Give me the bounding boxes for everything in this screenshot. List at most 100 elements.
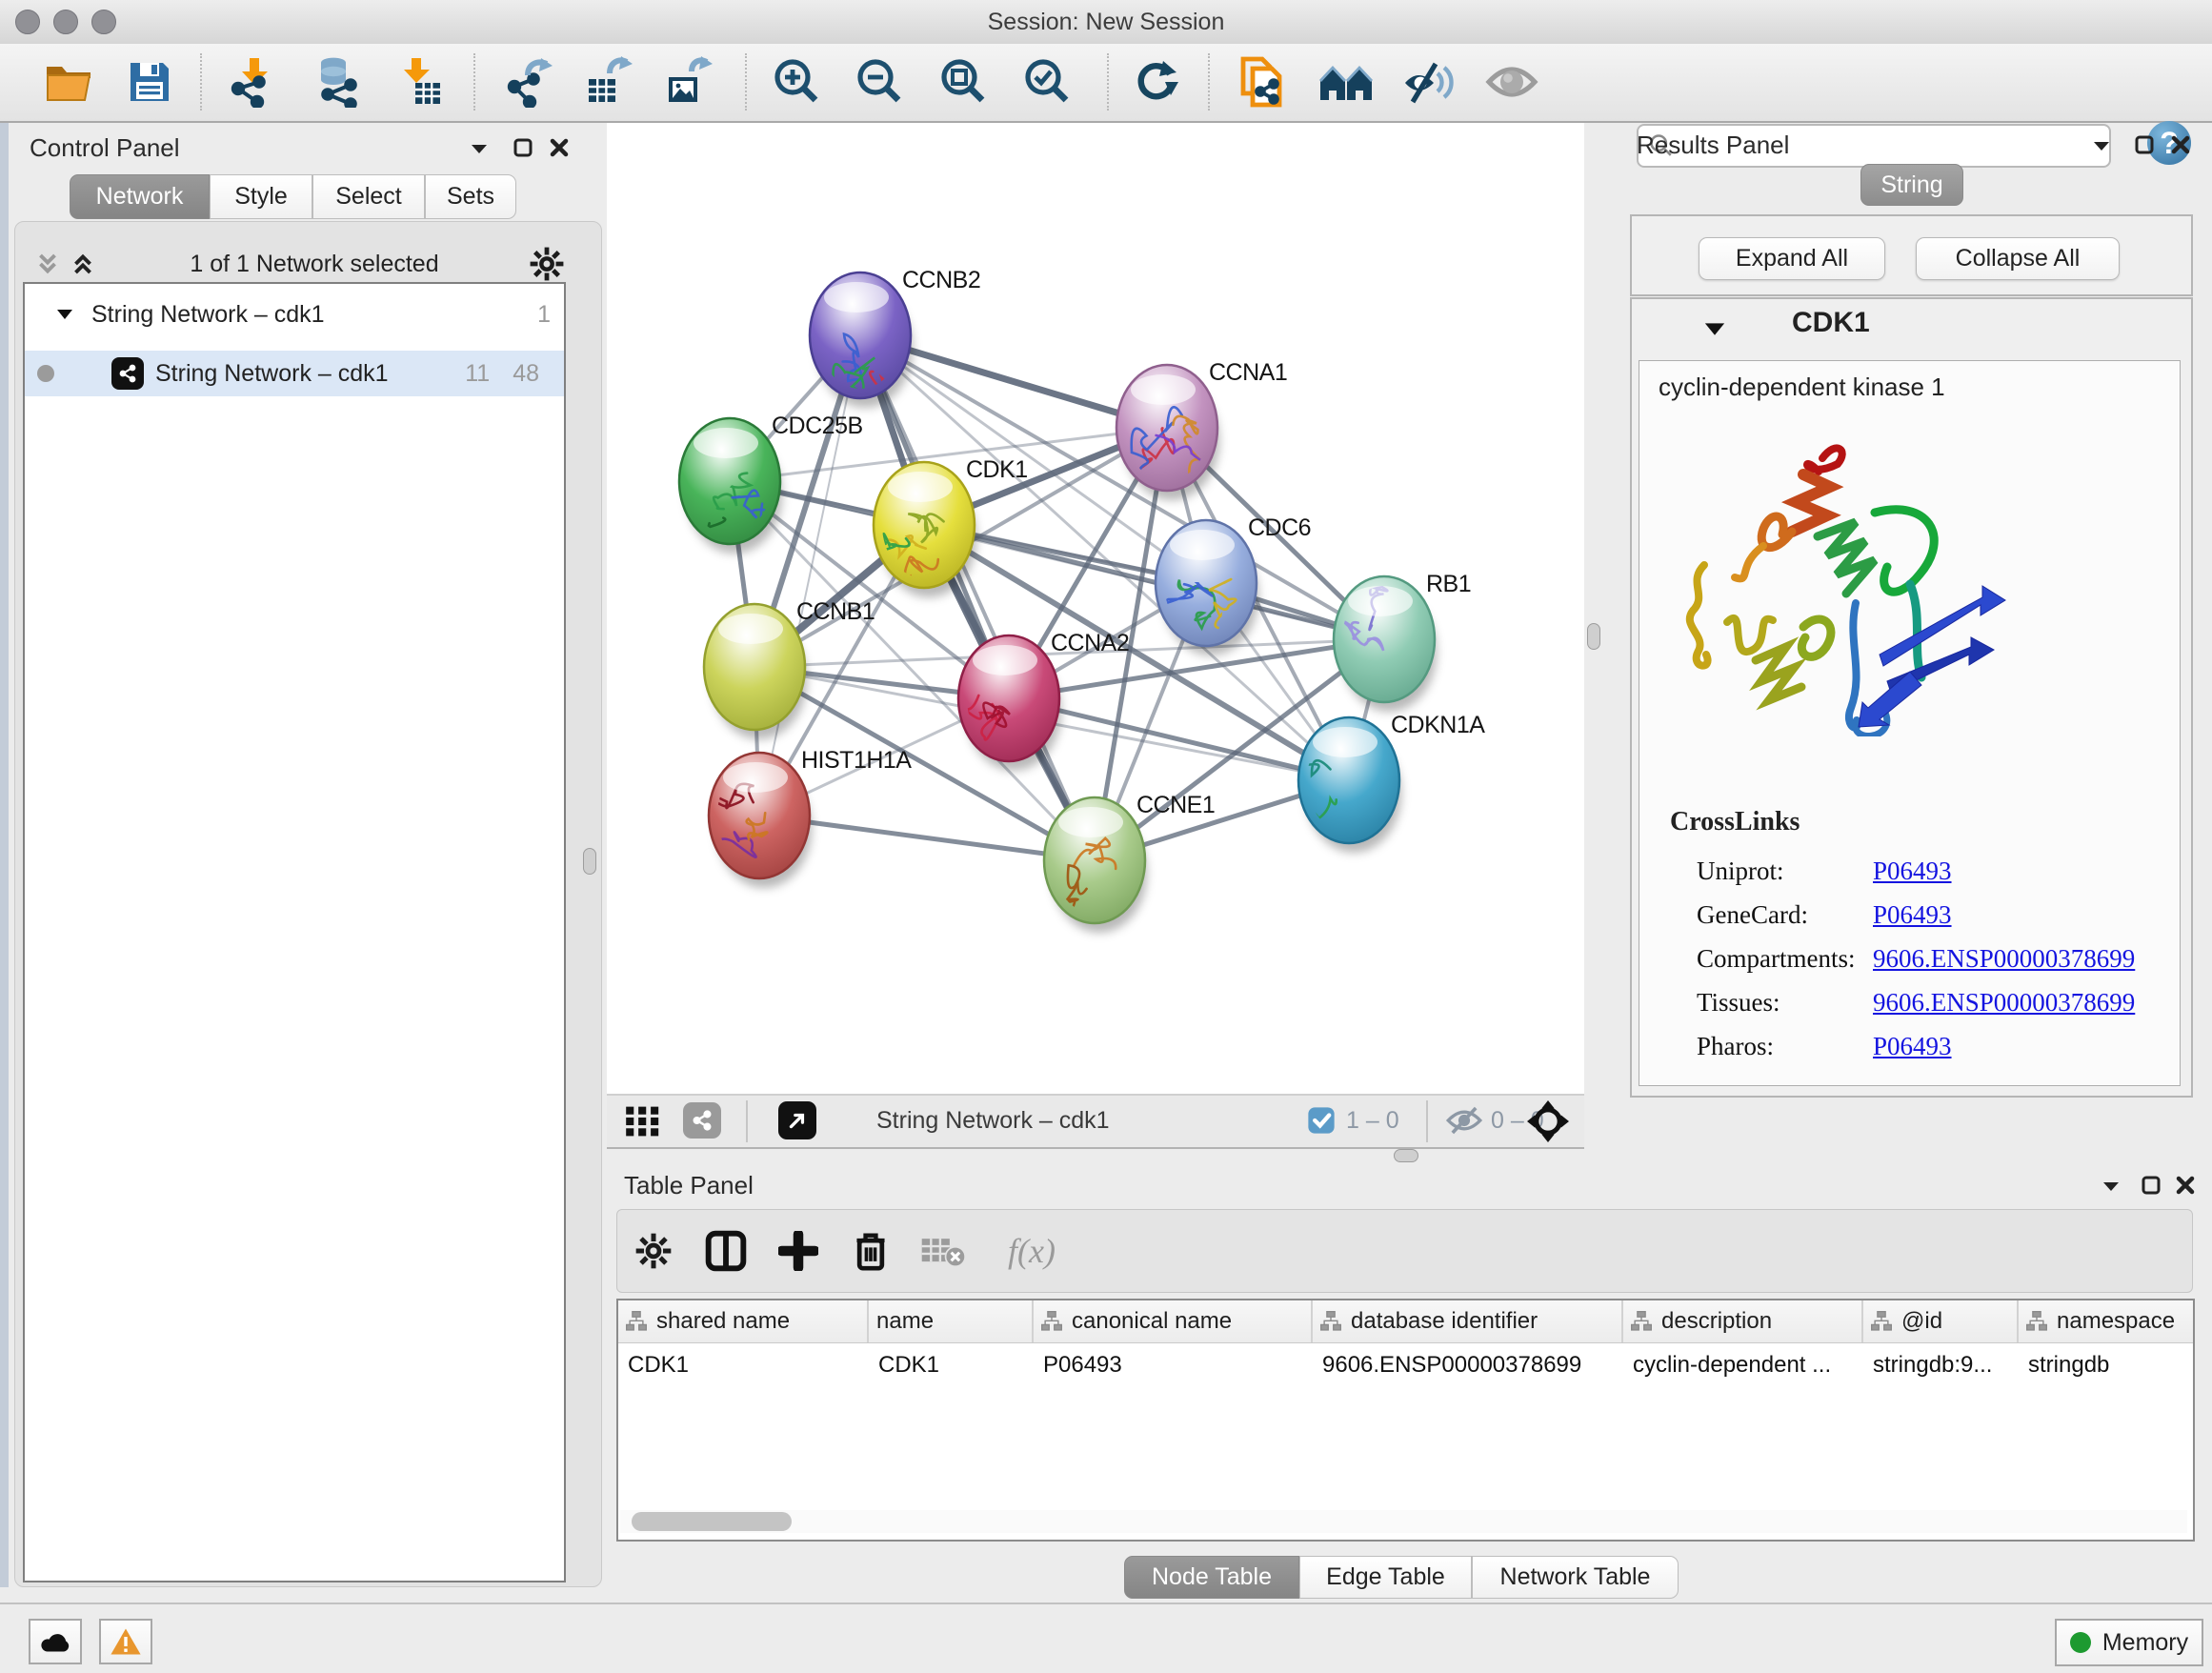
crosslink-link[interactable]: 9606.ENSP00000378699 <box>1873 988 2135 1018</box>
window-title: Session: New Session <box>0 9 2212 36</box>
column-header-description[interactable]: description <box>1623 1300 1863 1342</box>
expand-all-chevron-icon[interactable] <box>69 250 97 278</box>
network-collection-row[interactable]: String Network – cdk1 1 <box>25 292 564 337</box>
crosslink-label: Pharos: <box>1697 1032 1873 1061</box>
hscrollbar-thumb[interactable] <box>632 1512 792 1531</box>
create-column-button[interactable] <box>762 1218 835 1284</box>
zoom-selected-button[interactable] <box>1018 52 1077 111</box>
warning-button[interactable] <box>99 1619 152 1664</box>
column-header-name[interactable]: name <box>869 1300 1034 1342</box>
birds-eye-toggle-icon[interactable] <box>1527 1100 1569 1142</box>
nested-networks-button[interactable] <box>1317 52 1376 111</box>
node-label-CCNA2: CCNA2 <box>1051 630 1129 656</box>
crosslink-link[interactable]: P06493 <box>1873 857 1952 886</box>
node-RB1[interactable]: RB1 <box>1334 570 1471 712</box>
memory-button[interactable]: Memory <box>2055 1619 2203 1666</box>
cloud-button[interactable] <box>29 1619 82 1664</box>
network-canvas[interactable]: CCNB2CCNA1CDC25BCDK1CDC6RB1CCNB1CCNA2CDK… <box>607 123 1584 1094</box>
close-panel-icon[interactable] <box>2175 1175 2196 1196</box>
column-header-shared-name[interactable]: shared name <box>618 1300 869 1342</box>
collapse-all-button[interactable]: Collapse All <box>1916 237 2120 280</box>
tab-network-table[interactable]: Network Table <box>1472 1556 1679 1599</box>
export-network-button[interactable] <box>499 52 558 111</box>
delete-column-button[interactable] <box>835 1218 907 1284</box>
grid-view-icon[interactable] <box>624 1105 662 1138</box>
import-table-from-file-button[interactable] <box>389 52 448 111</box>
edge-CDK1-RB1[interactable] <box>924 525 1384 639</box>
delete-table-icon <box>920 1234 966 1268</box>
zoom-fit-content-button[interactable] <box>935 52 994 111</box>
selected-checkbox-icon[interactable] <box>1307 1106 1336 1135</box>
crosslink-row: GeneCard:P06493 <box>1697 893 2154 937</box>
export-image-button[interactable] <box>659 52 718 111</box>
show-all-eye-icon <box>1485 61 1538 103</box>
show-all-button[interactable] <box>1482 52 1541 111</box>
right-splitter-handle[interactable] <box>1587 623 1600 650</box>
tab-edge-table[interactable]: Edge Table <box>1299 1556 1472 1599</box>
table-row[interactable]: CDK1CDK1P064939606.ENSP00000378699cyclin… <box>618 1343 2193 1387</box>
gear-icon[interactable] <box>529 246 565 282</box>
import-network-from-file-button[interactable] <box>223 52 282 111</box>
crosslink-row: Pharos:P06493 <box>1697 1024 2154 1068</box>
crosslink-link[interactable]: P06493 <box>1873 1032 1952 1061</box>
tab-node-table[interactable]: Node Table <box>1124 1556 1299 1599</box>
crosslink-link[interactable]: P06493 <box>1873 900 1952 930</box>
tab-string[interactable]: String <box>1860 164 1963 206</box>
node-CCNA2[interactable]: CCNA2 <box>958 630 1129 771</box>
left-splitter-handle[interactable] <box>583 848 596 875</box>
expand-all-button[interactable]: Expand All <box>1699 237 1885 280</box>
column-header-namespace[interactable]: namespace <box>2019 1300 2195 1342</box>
column-header--id[interactable]: @id <box>1863 1300 2019 1342</box>
tab-select[interactable]: Select <box>312 174 425 219</box>
float-panel-icon[interactable] <box>513 137 533 158</box>
node-CCNA1[interactable]: CCNA1 <box>1116 359 1287 514</box>
node-CDC25B[interactable]: CDC25B <box>679 413 863 561</box>
import-network-from-database-button[interactable] <box>309 52 368 111</box>
open-in-window-icon[interactable] <box>778 1101 816 1139</box>
table-settings-button[interactable] <box>617 1218 690 1284</box>
column-type-icon <box>1320 1310 1341 1333</box>
function-builder-button-disabled[interactable]: f(x) <box>979 1218 1084 1284</box>
float-panel-icon[interactable] <box>2134 134 2155 155</box>
tree-expand-icon[interactable] <box>54 307 75 322</box>
show-columns-button[interactable] <box>690 1218 762 1284</box>
memory-label: Memory <box>2102 1629 2188 1657</box>
node-CCNE1[interactable]: CCNE1 <box>1044 792 1215 933</box>
export-table-button[interactable] <box>579 52 638 111</box>
node-CDKN1A[interactable]: CDKN1A <box>1254 712 1485 853</box>
open-session-button[interactable] <box>40 52 99 111</box>
panel-menu-icon[interactable] <box>2091 138 2112 153</box>
crosslink-link[interactable]: 9606.ENSP00000378699 <box>1873 944 2135 974</box>
string-view-icon[interactable] <box>683 1102 721 1139</box>
close-panel-icon[interactable] <box>2170 134 2191 155</box>
edge-CCNB2-CCNE1[interactable] <box>860 335 1095 860</box>
node-CCNB2[interactable]: CCNB2 <box>810 267 980 408</box>
close-panel-icon[interactable] <box>549 137 570 158</box>
panel-menu-icon[interactable] <box>2101 1179 2122 1194</box>
table-hscrollbar <box>620 1510 2187 1533</box>
float-panel-icon[interactable] <box>2141 1175 2162 1196</box>
column-header-database-identifier[interactable]: database identifier <box>1313 1300 1623 1342</box>
tab-style[interactable]: Style <box>210 174 312 219</box>
network-selected-status: 1 of 1 Network selected <box>124 251 505 278</box>
collapse-all-chevron-icon[interactable] <box>33 250 62 278</box>
column-label: namespace <box>2057 1308 2175 1335</box>
panel-menu-icon[interactable] <box>469 141 490 156</box>
column-header-canonical-name[interactable]: canonical name <box>1034 1300 1313 1342</box>
refresh-button[interactable] <box>1126 52 1185 111</box>
hide-selected-button[interactable] <box>1398 52 1458 111</box>
edge-CCNB2-HIST1H1A[interactable] <box>759 335 860 816</box>
entry-collapse-icon[interactable] <box>1702 320 1727 337</box>
crosslink-label: Compartments: <box>1697 944 1873 974</box>
zoom-out-button[interactable] <box>851 52 910 111</box>
node-HIST1H1A[interactable]: HIST1H1A <box>709 747 912 888</box>
zoom-in-button[interactable] <box>768 52 827 111</box>
save-session-button[interactable] <box>120 52 179 111</box>
network-row-selected[interactable]: String Network – cdk1 11 48 <box>25 351 564 396</box>
node-CDK1[interactable]: CDK1 <box>866 456 1028 597</box>
column-label: description <box>1661 1308 1772 1335</box>
clone-network-button[interactable] <box>1233 52 1292 111</box>
delete-table-button-disabled[interactable] <box>907 1218 979 1284</box>
tab-sets[interactable]: Sets <box>425 174 516 219</box>
tab-network[interactable]: Network <box>70 174 210 219</box>
